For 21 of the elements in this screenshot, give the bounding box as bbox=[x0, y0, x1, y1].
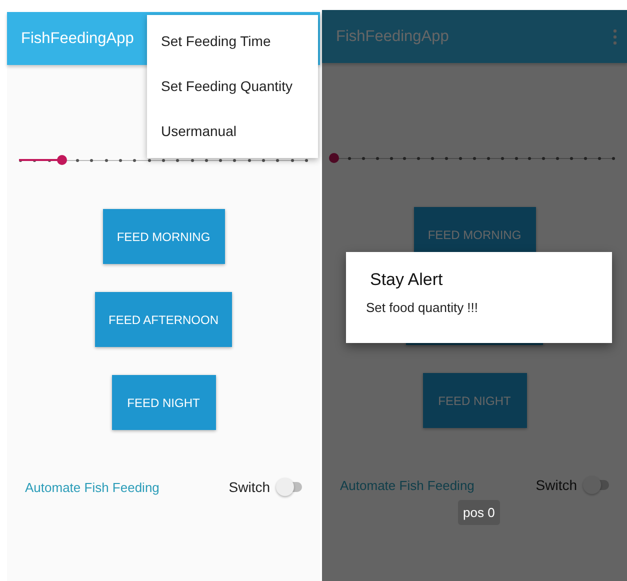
slider-thumb[interactable] bbox=[57, 155, 68, 165]
automate-label: Automate Fish Feeding bbox=[340, 478, 476, 492]
menu-item[interactable]: Set Feeding Time bbox=[147, 19, 318, 64]
feed-button[interactable]: FEED MORNING bbox=[102, 209, 224, 264]
app-title: FishFeedingApp bbox=[336, 28, 449, 46]
app-title: FishFeedingApp bbox=[21, 30, 134, 48]
toggle-switch[interactable] bbox=[583, 476, 609, 494]
automate-label: Automate Fish Feeding bbox=[25, 480, 160, 494]
toggle-switch[interactable] bbox=[276, 478, 302, 496]
menu-item[interactable]: Set Feeding Quantity bbox=[147, 64, 318, 109]
feed-button[interactable]: FEED AFTERNOON bbox=[95, 292, 232, 347]
toast-message: pos 0 bbox=[458, 500, 500, 525]
switch-label: Switch bbox=[536, 477, 577, 493]
dialog-message: Set food quantity !!! bbox=[366, 300, 480, 315]
switch-label: Switch bbox=[228, 479, 270, 495]
dialog-title: Stay Alert bbox=[370, 270, 444, 290]
slider-thumb[interactable] bbox=[329, 153, 339, 163]
feed-button[interactable]: FEED NIGHT bbox=[112, 375, 216, 430]
overflow-menu-icon[interactable] bbox=[613, 28, 617, 44]
menu-item[interactable]: Usermanual bbox=[147, 109, 318, 154]
feed-button[interactable]: FEED NIGHT bbox=[422, 373, 526, 428]
